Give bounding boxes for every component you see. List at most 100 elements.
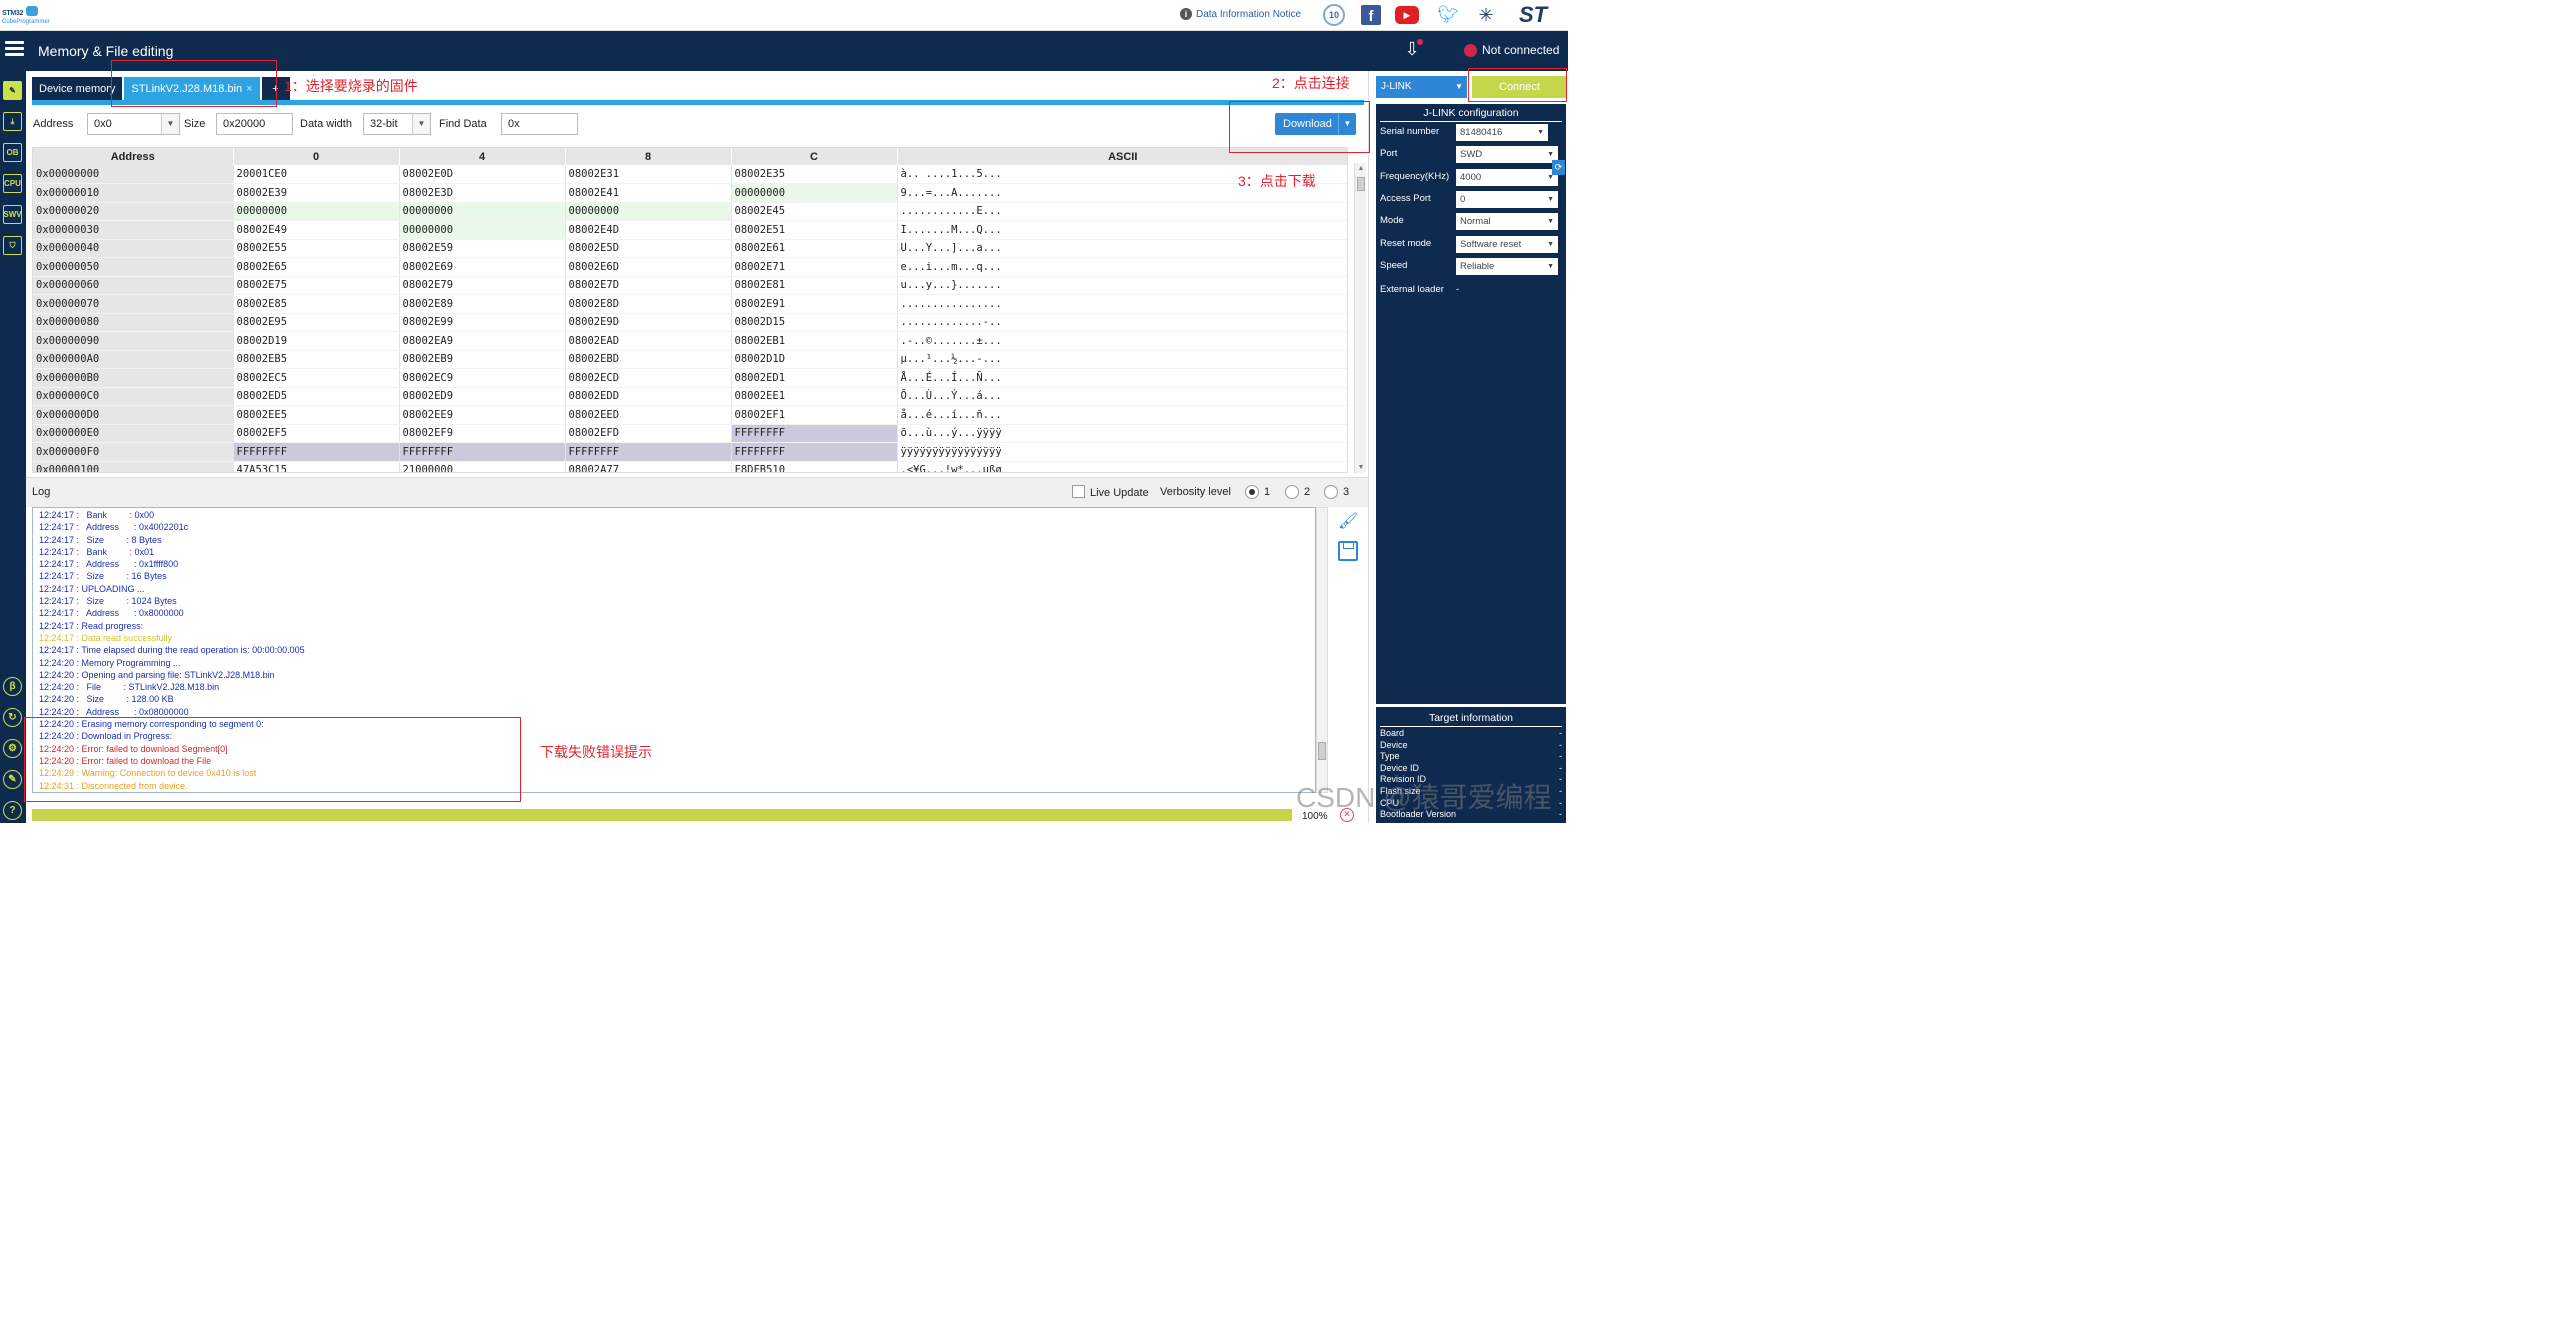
- chevron-down-icon[interactable]: ▼: [1547, 258, 1554, 275]
- ascii-cell[interactable]: ................: [897, 294, 1347, 314]
- clear-log-brush-icon[interactable]: 🖌︎: [1338, 511, 1358, 531]
- verbosity-radio-2[interactable]: [1285, 485, 1299, 499]
- data-cell[interactable]: 08002ED5: [233, 387, 400, 406]
- data-cell[interactable]: 08002EC9: [399, 368, 566, 388]
- connect-button[interactable]: Connect: [1472, 76, 1567, 98]
- data-cell[interactable]: 08002E69: [399, 257, 566, 277]
- config-select[interactable]: 4000 ▼: [1456, 168, 1558, 186]
- log-output[interactable]: 12:24:17 : Bank : 0x00 12:24:17 : Address…: [32, 507, 1316, 793]
- data-cell[interactable]: 08002EFD: [565, 424, 732, 443]
- log-scrollbar[interactable]: [1316, 507, 1328, 793]
- help-icon[interactable]: ?: [3, 801, 22, 820]
- security-shield-nav-icon[interactable]: ⛉: [3, 236, 22, 255]
- data-cell[interactable]: 08002E5D: [565, 239, 732, 258]
- data-cell[interactable]: FFFFFFFF: [731, 424, 898, 443]
- data-cell[interactable]: 08002EB5: [233, 350, 400, 369]
- data-cell[interactable]: 08002E39: [233, 183, 400, 203]
- ascii-cell[interactable]: .............-..: [897, 313, 1347, 332]
- data-cell[interactable]: 08002EE1: [731, 387, 898, 406]
- chevron-down-icon[interactable]: ▼: [1455, 76, 1463, 98]
- scroll-up-icon[interactable]: ▲: [1355, 165, 1367, 172]
- data-cell[interactable]: 08002EF5: [233, 424, 400, 443]
- close-tab-icon[interactable]: ×: [246, 83, 252, 95]
- config-select[interactable]: 81480416 ▼: [1456, 124, 1548, 141]
- ascii-cell[interactable]: µ...¹...½...-...: [897, 350, 1347, 369]
- config-select[interactable]: Reliable ▼: [1456, 257, 1558, 275]
- data-cell[interactable]: 08002E3D: [399, 183, 566, 203]
- automatic-mode-nav-icon[interactable]: ↻: [3, 708, 22, 727]
- data-cell[interactable]: 08002E71: [731, 257, 898, 277]
- ascii-cell[interactable]: õ...ù...ý...ÿÿÿÿ: [897, 424, 1347, 443]
- data-cell[interactable]: 00000000: [731, 183, 898, 203]
- data-cell[interactable]: FFFFFFFF: [399, 442, 566, 462]
- data-cell[interactable]: 08002ECD: [565, 368, 732, 388]
- data-cell[interactable]: 08002EBD: [565, 350, 732, 369]
- ascii-cell[interactable]: ÿÿÿÿÿÿÿÿÿÿÿÿÿÿÿÿ: [897, 442, 1347, 462]
- find-data-input[interactable]: 0x: [501, 113, 578, 135]
- memory-editing-nav-icon[interactable]: ✎: [3, 81, 22, 100]
- ascii-cell[interactable]: e...i...m...q...: [897, 257, 1347, 277]
- data-cell[interactable]: 08002EC5: [233, 368, 400, 388]
- ascii-cell[interactable]: U...Y...]...a...: [897, 239, 1347, 258]
- data-cell[interactable]: 08002E99: [399, 313, 566, 332]
- verbosity-radio-3[interactable]: [1324, 485, 1338, 499]
- ascii-cell[interactable]: u...y...}.......: [897, 276, 1347, 295]
- ascii-cell[interactable]: ............E...: [897, 202, 1347, 221]
- data-cell[interactable]: 08002A77: [565, 461, 732, 472]
- data-cell[interactable]: 08002E6D: [565, 257, 732, 277]
- data-cell[interactable]: 00000000: [399, 220, 566, 240]
- data-cell[interactable]: 00000000: [565, 202, 732, 221]
- data-cell[interactable]: 00000000: [233, 202, 400, 221]
- hamburger-menu-icon[interactable]: [5, 41, 24, 57]
- save-log-icon[interactable]: [1338, 541, 1358, 561]
- ascii-cell[interactable]: .-..©.......±...: [897, 331, 1347, 351]
- chevron-down-icon[interactable]: ▼: [1338, 113, 1356, 135]
- data-cell[interactable]: 08002ED1: [731, 368, 898, 388]
- beta-feature-nav-icon[interactable]: β: [3, 677, 22, 696]
- size-input[interactable]: 0x20000: [216, 113, 293, 135]
- chevron-down-icon[interactable]: ▼: [1537, 124, 1544, 141]
- data-cell[interactable]: FFFFFFFF: [233, 442, 400, 462]
- scrollbar-thumb[interactable]: [1357, 177, 1365, 191]
- verbosity-radio-1[interactable]: [1245, 485, 1259, 499]
- data-cell[interactable]: 08002EA9: [399, 331, 566, 351]
- data-cell[interactable]: 47A53C15: [233, 461, 400, 472]
- data-cell[interactable]: 08002E51: [731, 220, 898, 240]
- data-cell[interactable]: 08002EB9: [399, 350, 566, 369]
- tab-file[interactable]: STLinkV2.J28.M18.bin ×: [124, 77, 260, 101]
- config-select[interactable]: 0 ▼: [1456, 190, 1558, 208]
- config-select[interactable]: SWD ▼: [1456, 146, 1558, 164]
- data-cell[interactable]: 08002E8D: [565, 294, 732, 314]
- chevron-down-icon[interactable]: ▼: [1547, 191, 1554, 208]
- data-cell[interactable]: 08002E41: [565, 183, 732, 203]
- ascii-cell[interactable]: .<¥G...!w*...µßø: [897, 461, 1347, 472]
- st-logo-icon[interactable]: ST: [1508, 2, 1558, 27]
- data-cell[interactable]: F8DFB510: [731, 461, 898, 472]
- data-cell[interactable]: 20001CE0: [233, 165, 400, 184]
- config-select[interactable]: Normal ▼: [1456, 213, 1558, 231]
- twitter-icon[interactable]: 🐦︎: [1436, 4, 1460, 26]
- chevron-down-icon[interactable]: ▼: [1547, 213, 1554, 230]
- facebook-icon[interactable]: f: [1359, 4, 1383, 26]
- data-cell[interactable]: FFFFFFFF: [565, 442, 732, 462]
- config-select[interactable]: Software reset ▼: [1456, 235, 1558, 253]
- anniversary-10-icon[interactable]: 10: [1322, 4, 1346, 26]
- data-cell[interactable]: 08002EDD: [565, 387, 732, 406]
- chevron-down-icon[interactable]: ▼: [1547, 236, 1554, 253]
- data-cell[interactable]: 08002D1D: [731, 350, 898, 369]
- data-cell[interactable]: 08002E85: [233, 294, 400, 314]
- data-cell[interactable]: 08002E59: [399, 239, 566, 258]
- data-cell[interactable]: 08002E31: [565, 165, 732, 184]
- tab-device-memory[interactable]: Device memory: [32, 77, 123, 101]
- memory-grid-scrollbar[interactable]: ▲ ▼: [1354, 163, 1366, 473]
- data-cell[interactable]: 08002EF1: [731, 405, 898, 425]
- chevron-down-icon[interactable]: ▼: [161, 114, 179, 134]
- data-cell[interactable]: 21000000: [399, 461, 566, 472]
- data-cell[interactable]: 00000000: [399, 202, 566, 221]
- data-information-notice-link[interactable]: i Data Information Notice: [1180, 8, 1301, 20]
- st-community-icon[interactable]: ✳: [1474, 4, 1498, 26]
- data-cell[interactable]: 08002ED9: [399, 387, 566, 406]
- ascii-cell[interactable]: å...é...í...ñ...: [897, 405, 1347, 425]
- probe-type-select[interactable]: J-LINK ▼: [1376, 76, 1467, 98]
- data-cell[interactable]: 08002E7D: [565, 276, 732, 295]
